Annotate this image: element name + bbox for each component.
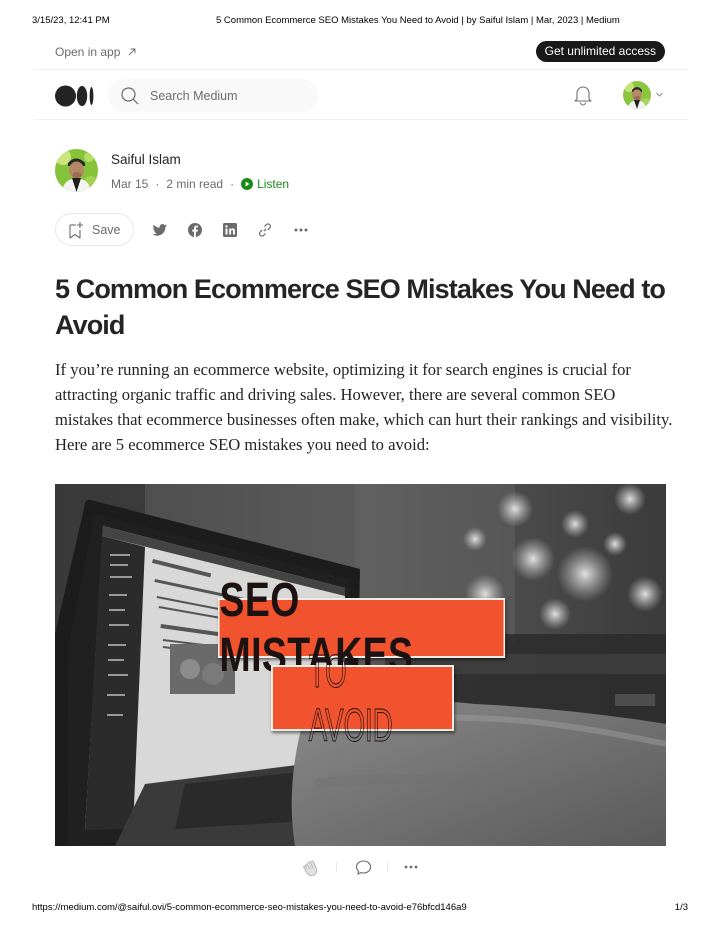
twitter-icon[interactable] — [152, 222, 168, 238]
print-date: 3/15/23, 12:41 PM — [32, 15, 110, 26]
print-page-number: 1/3 — [674, 902, 688, 913]
top-bar: Open in app Get unlimited access — [34, 40, 688, 70]
comment-icon[interactable] — [355, 859, 372, 876]
article-actions: Save — [55, 213, 355, 247]
play-circle-icon — [241, 178, 254, 190]
hero-banner-text-2: TO AVOID — [308, 645, 393, 752]
print-url: https://medium.com/@saiful.ovi/5-common-… — [32, 902, 467, 913]
hero-image: SEO MISTAKES TO AVOID — [55, 484, 666, 846]
author-avatar-image — [55, 149, 98, 192]
open-in-app-link[interactable]: Open in app — [55, 45, 137, 59]
arrow-up-right-icon — [129, 48, 136, 56]
print-title: 5 Common Ecommerce SEO Mistakes You Need… — [216, 15, 620, 26]
article-title: 5 Common Ecommerce SEO Mistakes You Need… — [55, 274, 666, 340]
search-box[interactable] — [108, 79, 318, 112]
author-meta: Mar 15 · 2 min read · Listen — [111, 177, 289, 191]
facebook-icon[interactable] — [187, 222, 203, 238]
bookmark-plus-icon — [69, 221, 83, 239]
user-avatar[interactable] — [623, 81, 651, 109]
medium-logo-icon[interactable] — [55, 85, 95, 107]
listen-label: Listen — [257, 177, 290, 191]
meta-separator: · — [230, 177, 235, 191]
author-name[interactable]: Saiful Islam — [111, 152, 181, 167]
article-intro: If you’re running an ecommerce website, … — [55, 360, 673, 454]
search-input[interactable] — [150, 88, 300, 103]
open-in-app-label: Open in app — [55, 45, 121, 59]
more-horizontal-icon[interactable] — [293, 222, 309, 238]
hero-banner-line-2: TO AVOID — [271, 645, 454, 752]
floatbar-divider — [336, 862, 337, 872]
get-unlimited-access-button[interactable]: Get unlimited access — [535, 41, 665, 62]
avatar-image — [623, 81, 651, 109]
listen-button[interactable]: Listen — [241, 177, 289, 191]
clap-icon[interactable] — [302, 859, 320, 877]
bell-icon[interactable] — [573, 84, 593, 106]
save-label: Save — [92, 222, 121, 237]
publish-date: Mar 15 — [111, 177, 149, 191]
meta-separator: · — [155, 177, 160, 191]
link-icon[interactable] — [257, 222, 273, 238]
more-horizontal-icon[interactable] — [403, 859, 419, 875]
author-avatar[interactable] — [55, 149, 98, 192]
save-button[interactable]: Save — [55, 213, 134, 246]
author-block: Saiful Islam Mar 15 · 2 min read · Liste… — [55, 149, 455, 193]
search-icon — [121, 86, 139, 104]
read-time: 2 min read — [166, 177, 224, 191]
linkedin-icon[interactable] — [222, 222, 238, 238]
nav-bar — [34, 71, 688, 120]
floatbar-divider — [387, 862, 388, 872]
print-header: 3/15/23, 12:41 PM 5 Common Ecommerce SEO… — [0, 15, 720, 29]
floating-action-bar — [284, 851, 434, 883]
chevron-down-icon[interactable] — [655, 90, 664, 99]
